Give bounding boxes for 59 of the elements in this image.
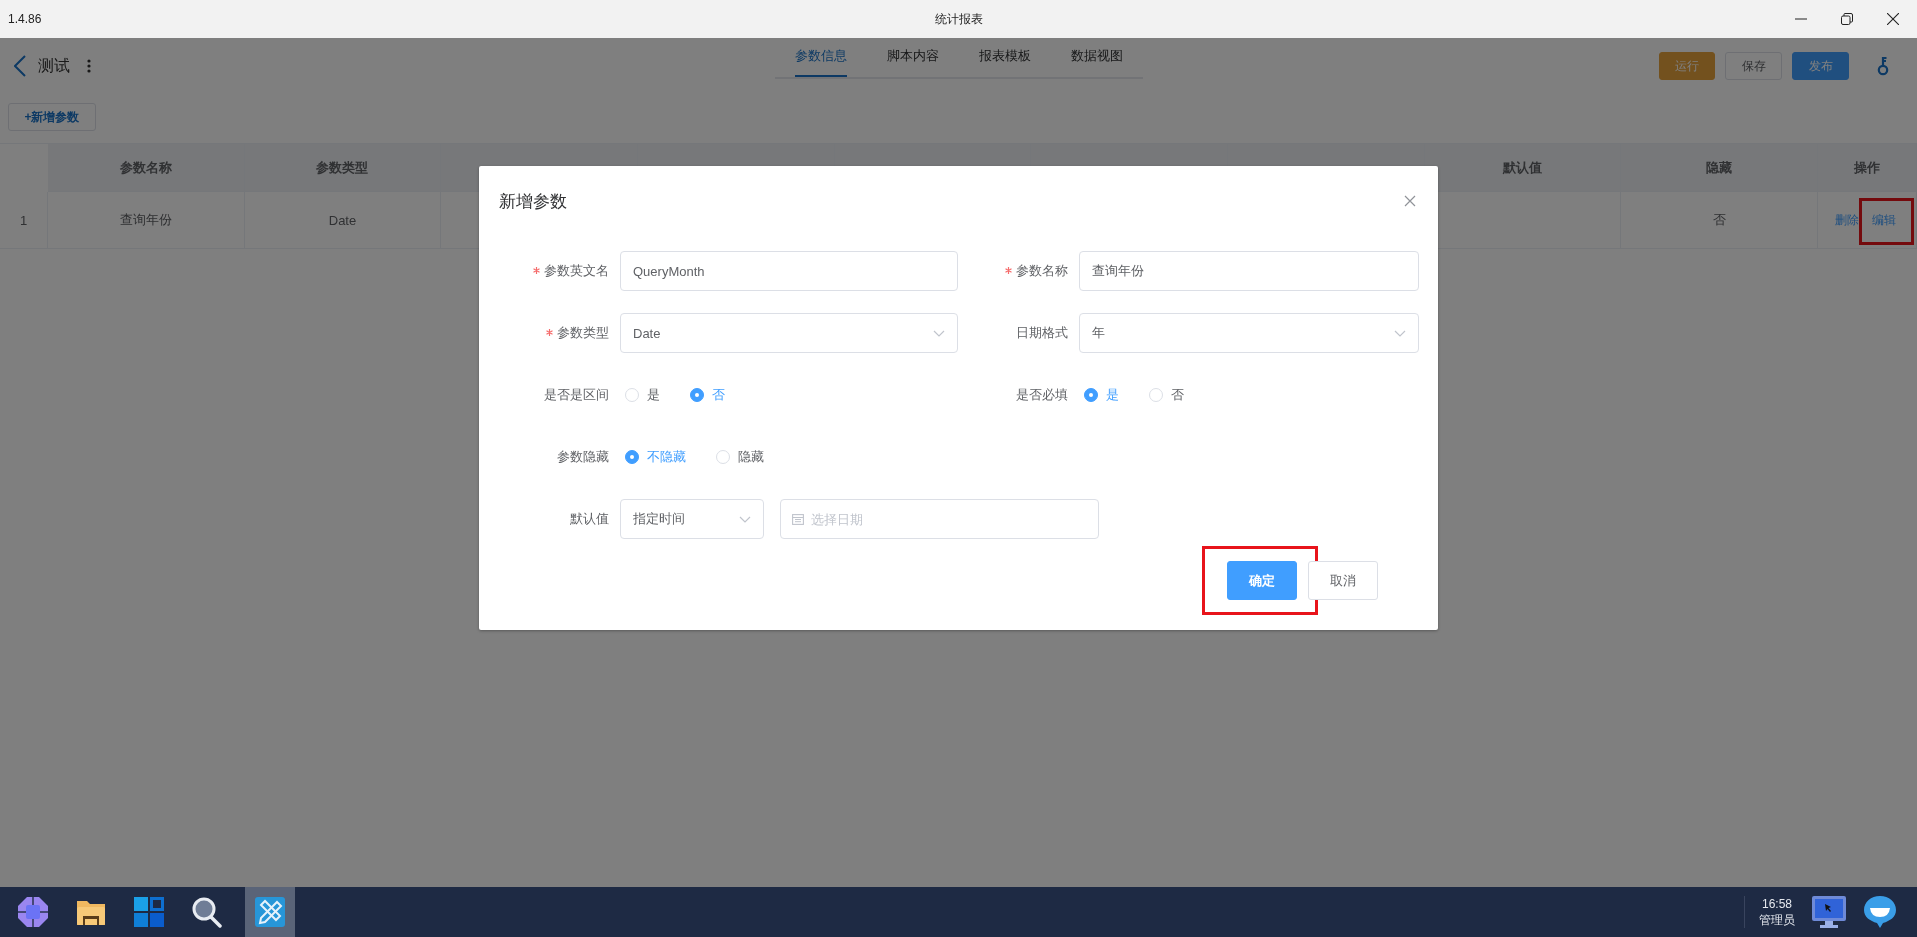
select-field[interactable]: 指定时间 <box>620 499 764 539</box>
radio-option[interactable]: 是 <box>1084 386 1119 404</box>
chevron-down-icon <box>1394 329 1406 337</box>
column-header: 默认值 <box>1424 144 1622 192</box>
field-label: 日期格式 <box>1016 325 1068 340</box>
dialog-button[interactable]: 取消 <box>1308 561 1378 600</box>
radio-option[interactable]: 不隐藏 <box>625 448 686 466</box>
table-cell: 否 <box>1621 192 1818 249</box>
dialog-title: 新增参数 <box>499 190 567 213</box>
chat-bubble-icon[interactable] <box>1863 895 1897 929</box>
tab[interactable]: 脚本内容 <box>886 45 939 77</box>
column-header: 参数名称 <box>48 144 245 192</box>
field-label: 参数隐藏 <box>557 449 609 464</box>
column-header: 隐藏 <box>1621 144 1818 192</box>
taskbar-button[interactable] <box>245 887 295 937</box>
tab[interactable]: 参数信息 <box>794 45 847 77</box>
octagon-app-icon <box>17 896 49 928</box>
dialog-button[interactable]: 确定 <box>1227 561 1297 600</box>
column-header: 参数类型 <box>244 144 442 192</box>
field-label: 参数名称 <box>1016 263 1068 278</box>
row-number: 1 <box>0 192 48 249</box>
tab[interactable]: 报表模板 <box>978 45 1031 77</box>
text-field[interactable]: 查询年份 <box>1079 251 1419 291</box>
date-field[interactable]: 选择日期 <box>780 499 1099 539</box>
pencil-ruler-icon <box>255 897 285 927</box>
table-cell: 查询年份 <box>48 192 245 249</box>
select-field[interactable]: 年 <box>1079 313 1419 353</box>
search-icon <box>192 896 222 928</box>
radio-option[interactable]: 否 <box>1149 386 1184 404</box>
radio-option[interactable]: 否 <box>690 386 725 404</box>
window-title: 统计报表 <box>934 10 983 28</box>
back-icon[interactable] <box>14 55 26 77</box>
field-label: 参数类型 <box>557 325 609 340</box>
field-label: 参数英文名 <box>544 263 609 278</box>
add-parameter-button[interactable]: +新增参数 <box>8 103 96 131</box>
user-name: 管理员 <box>1759 912 1795 928</box>
key-icon[interactable] <box>1877 56 1889 76</box>
close-icon[interactable] <box>1887 13 1899 25</box>
chevron-down-icon <box>739 515 751 523</box>
restore-icon[interactable] <box>1841 13 1853 25</box>
windows-grid-icon <box>134 896 164 928</box>
more-icon[interactable] <box>87 59 91 73</box>
field-label: 是否是区间 <box>544 387 609 402</box>
calendar-icon <box>792 513 804 525</box>
table-cell: Date <box>244 192 442 249</box>
chevron-down-icon <box>933 329 945 337</box>
header-button[interactable]: 保存 <box>1725 52 1782 80</box>
radio-option[interactable]: 隐藏 <box>716 448 764 466</box>
radio-option[interactable]: 是 <box>625 386 660 404</box>
monitor-icon[interactable] <box>1811 895 1847 929</box>
text-field[interactable]: QueryMonth <box>620 251 958 291</box>
clock-time: 16:58 <box>1762 896 1792 912</box>
app-version: 1.4.86 <box>7 12 42 26</box>
tab[interactable]: 数据视图 <box>1070 45 1123 77</box>
select-field[interactable]: Date <box>620 313 958 353</box>
page-title: 测试 <box>38 55 70 76</box>
column-header: 操作 <box>1818 144 1917 192</box>
field-label: 是否必填 <box>1016 387 1068 402</box>
field-label: 默认值 <box>570 511 609 526</box>
